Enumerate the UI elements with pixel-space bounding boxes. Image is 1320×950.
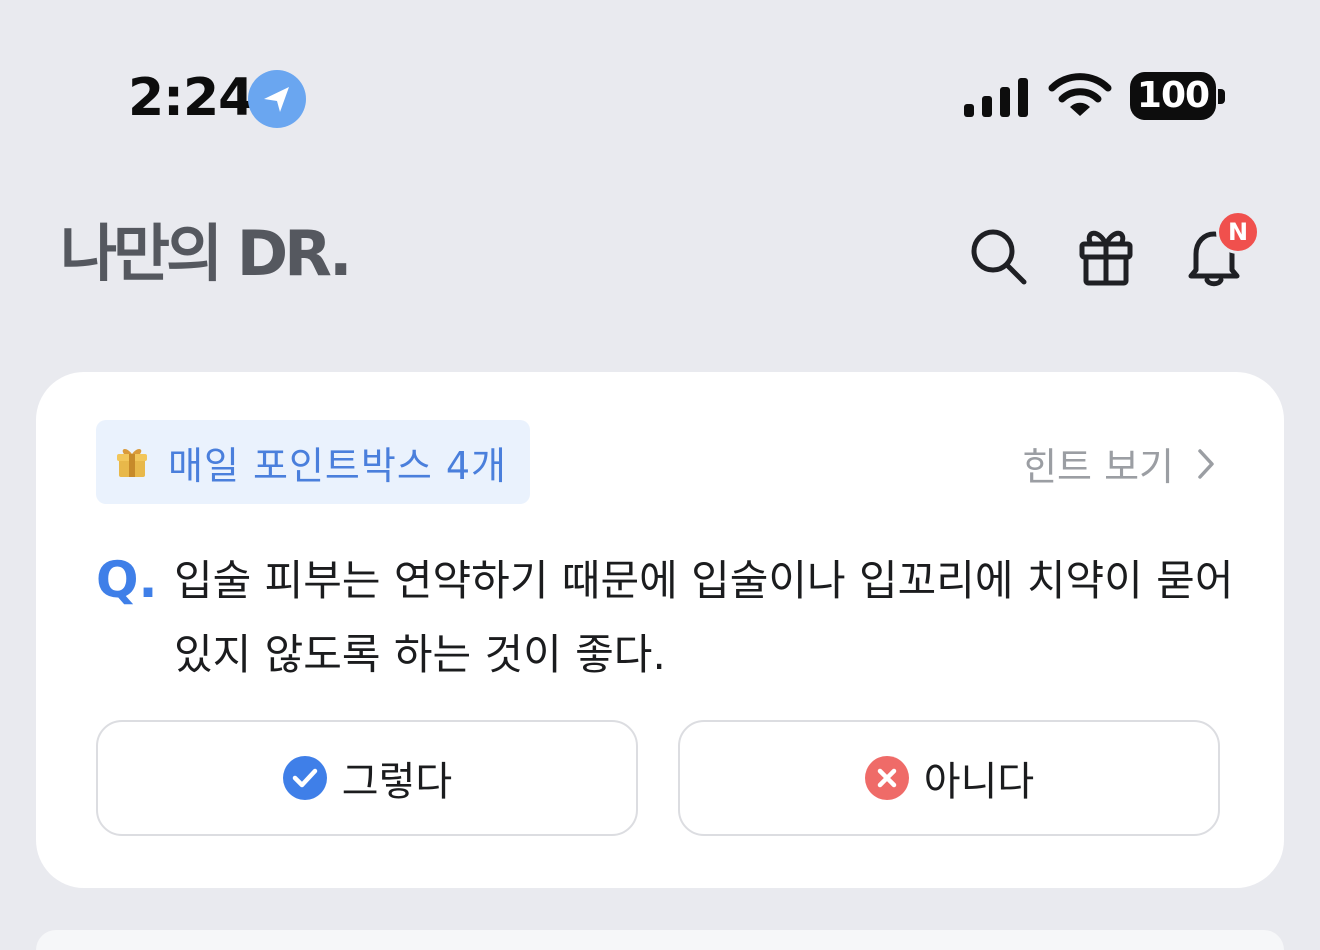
status-time: 2:24 bbox=[128, 68, 254, 128]
question-text: 입술 피부는 연약하기 때문에 입술이나 입꼬리에 치약이 묻어있지 않도록 하… bbox=[174, 556, 1234, 679]
answer-yes-label: 그렇다 bbox=[341, 759, 453, 805]
hint-label: 힌트 보기 bbox=[1022, 445, 1174, 489]
points-tag-label: 매일 포인트박스 4개 bbox=[168, 443, 508, 488]
answer-no-label: 아니다 bbox=[923, 759, 1035, 805]
chevron-right-icon bbox=[1198, 448, 1214, 479]
battery-level: 100 bbox=[1130, 72, 1216, 120]
gift-button[interactable] bbox=[1068, 218, 1144, 294]
question-prefix: Q. bbox=[96, 551, 158, 609]
app-logo[interactable]: 나만의 DR. bbox=[60, 214, 353, 294]
next-card-edge bbox=[36, 930, 1284, 950]
location-arrow-icon bbox=[248, 70, 306, 128]
gift-icon bbox=[1079, 230, 1133, 286]
search-button[interactable] bbox=[960, 218, 1036, 294]
notification-badge: N bbox=[1216, 210, 1260, 254]
answer-yes-button[interactable]: 그렇다 bbox=[96, 720, 638, 836]
daily-quiz-card: 매일 포인트박스 4개 힌트 보기 Q. 입술 피부는 연약하기 때문에 입술이… bbox=[36, 372, 1284, 888]
hint-link[interactable]: 힌트 보기 bbox=[1022, 436, 1216, 491]
battery-indicator: 100 bbox=[1130, 72, 1226, 122]
answer-no-button[interactable]: 아니다 bbox=[678, 720, 1220, 836]
x-circle-icon bbox=[864, 756, 909, 800]
cellular-signal-icon bbox=[964, 78, 1028, 117]
status-bar: 2:24 100 bbox=[0, 0, 1320, 190]
search-icon bbox=[971, 229, 1027, 285]
wifi-icon bbox=[1048, 73, 1112, 116]
gift-box-emoji-icon bbox=[117, 449, 147, 477]
check-circle-icon bbox=[282, 756, 327, 800]
app-header: 나만의 DR. bbox=[0, 190, 1320, 340]
battery-tip bbox=[1218, 89, 1225, 104]
points-box-tag: 매일 포인트박스 4개 bbox=[96, 420, 530, 504]
